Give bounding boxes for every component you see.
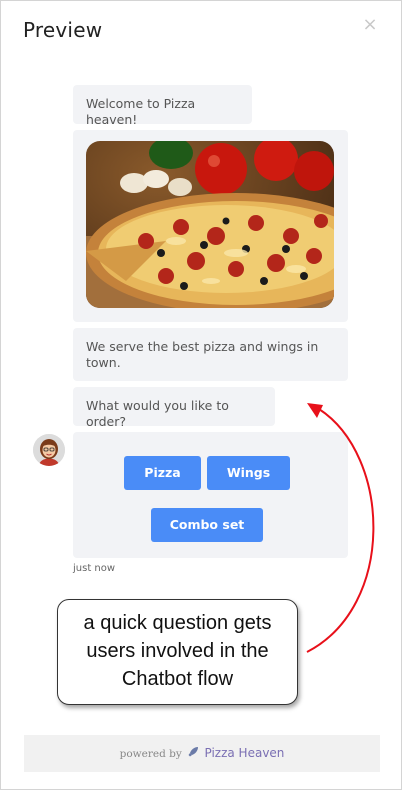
avatar	[33, 434, 65, 466]
combo-set-button[interactable]: Combo set	[151, 508, 263, 542]
chat-message-intro: We serve the best pizza and wings in tow…	[73, 328, 348, 381]
message-timestamp: just now	[73, 563, 116, 574]
powered-by-label: powered by	[119, 748, 182, 760]
quick-reply-card: Pizza Wings Combo set	[73, 432, 348, 558]
annotation-callout: a quick question gets users involved in …	[57, 599, 298, 705]
chat-message-image	[73, 130, 348, 322]
wings-button[interactable]: Wings	[207, 456, 290, 490]
close-icon[interactable]: ×	[361, 16, 379, 34]
preview-panel: Preview × Welcome to Pizza heaven! We se…	[0, 0, 402, 790]
pizza-photo	[86, 141, 334, 308]
page-title: Preview	[23, 18, 103, 42]
chat-message-question: What would you like to order?	[73, 387, 275, 429]
pizza-button[interactable]: Pizza	[124, 456, 201, 490]
powered-by-footer[interactable]: powered by Pizza Heaven	[24, 735, 380, 772]
brand-name: Pizza Heaven	[204, 746, 285, 760]
chat-message-welcome: Welcome to Pizza heaven!	[73, 85, 252, 127]
rocket-icon	[188, 736, 199, 773]
